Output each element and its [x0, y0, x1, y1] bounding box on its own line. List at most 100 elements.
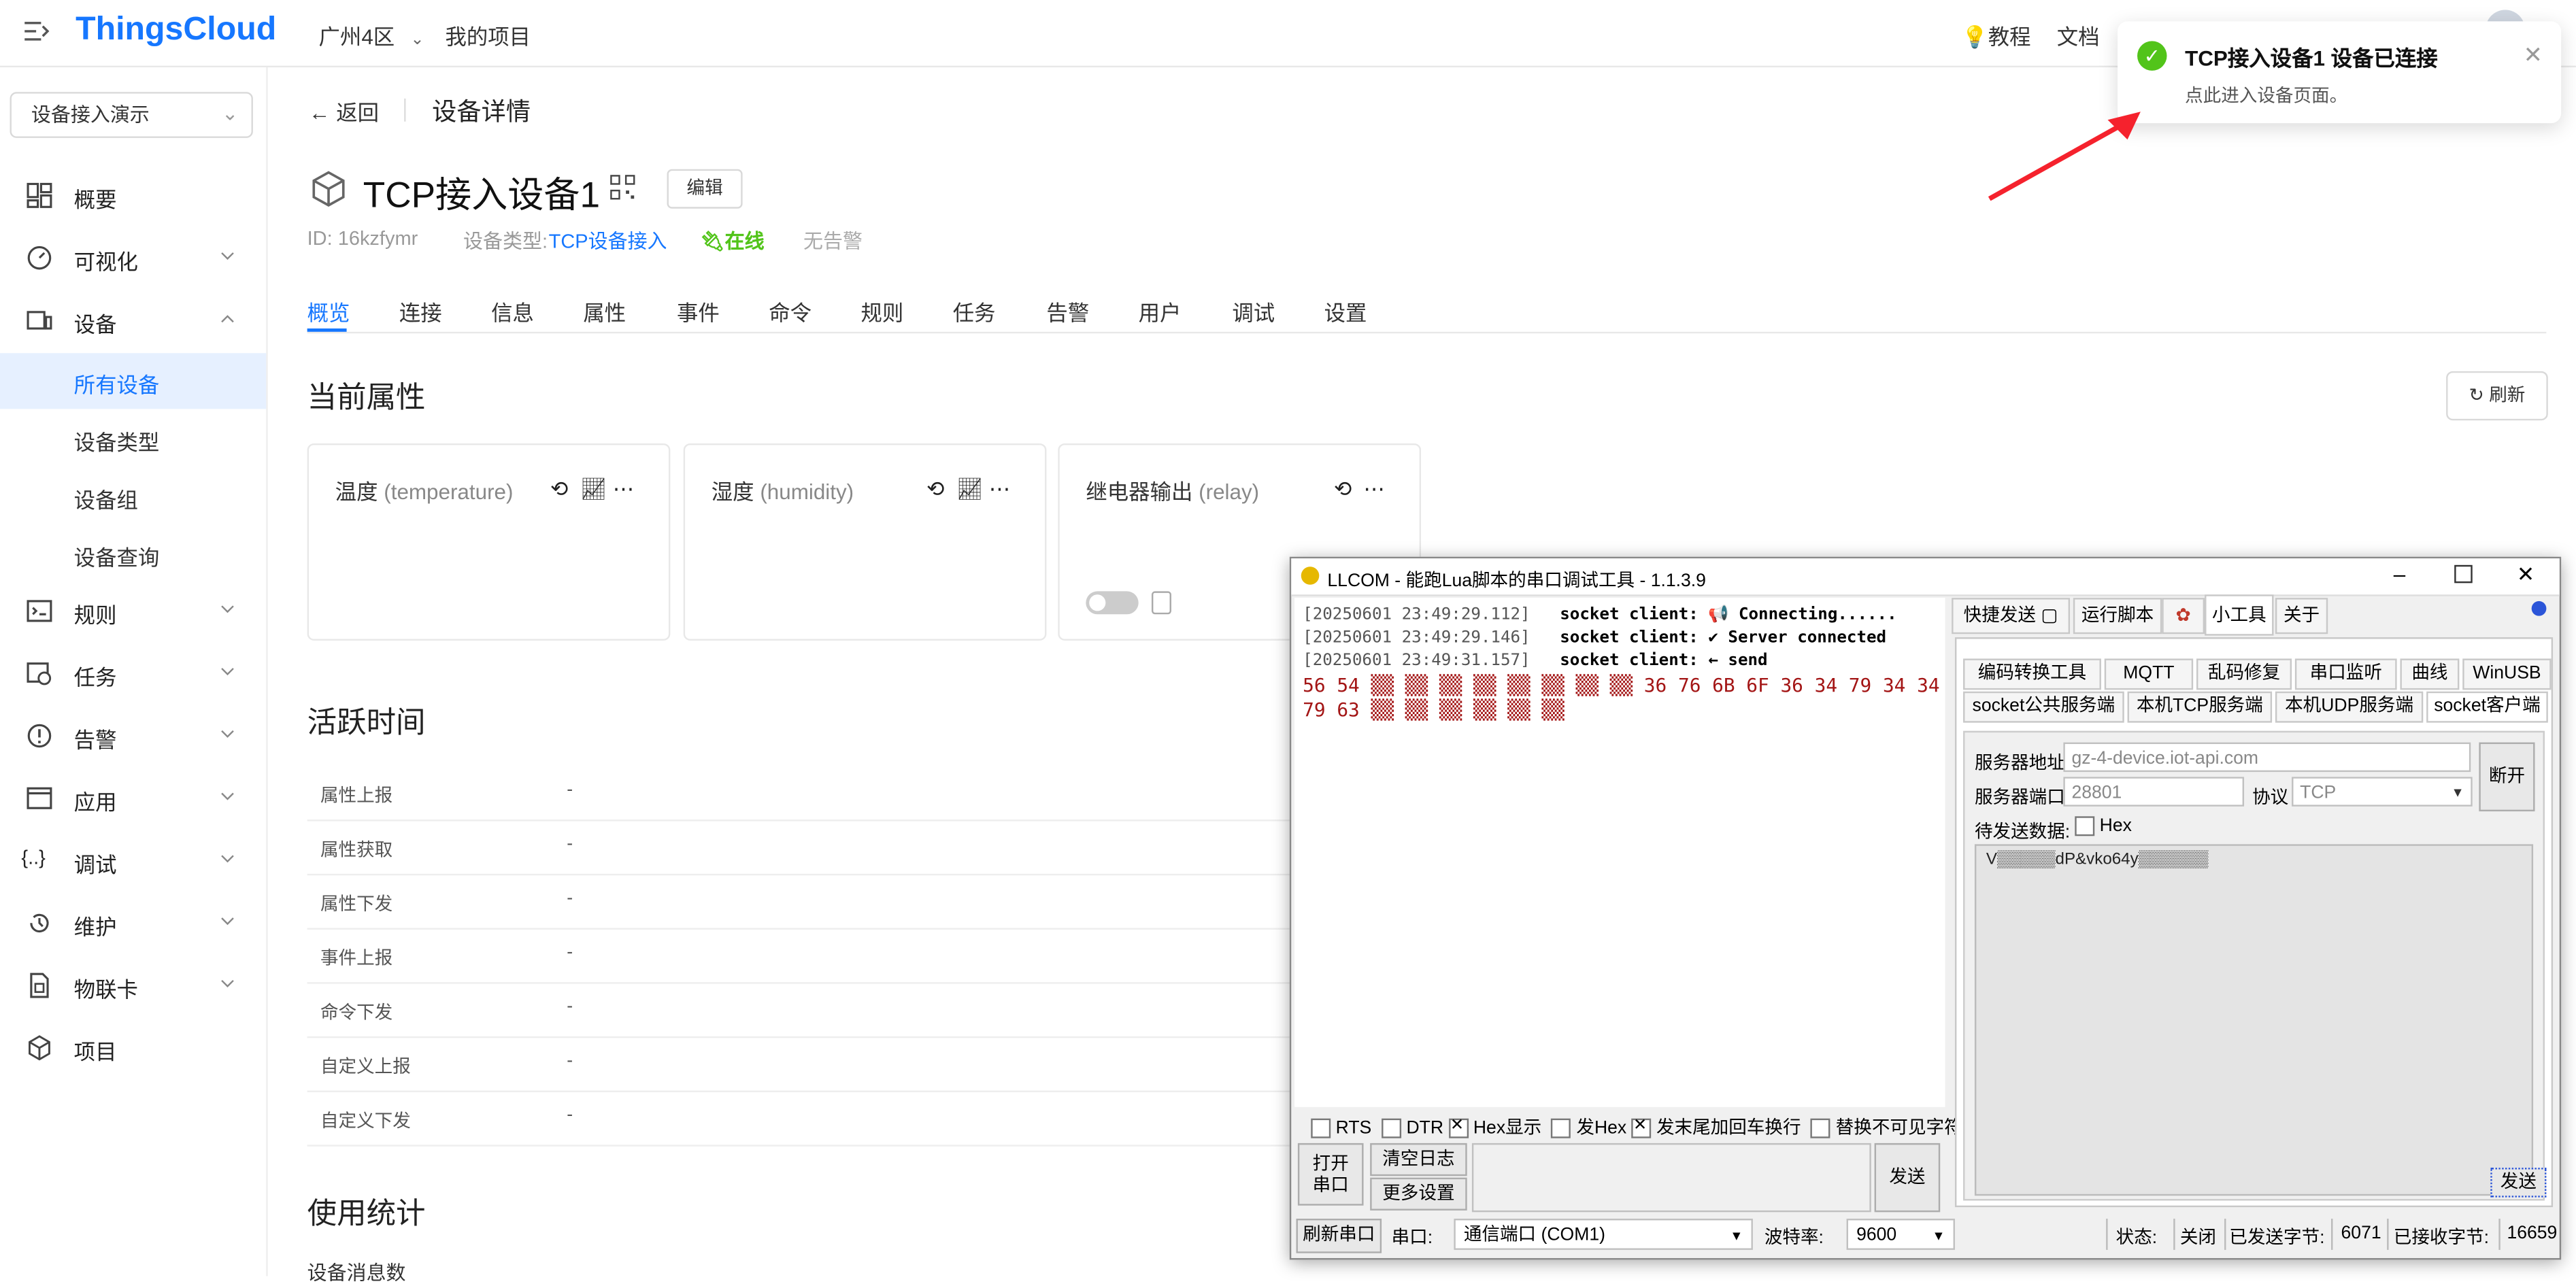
replace-invisible-checkbox[interactable]: 替换不可见字符: [1811, 1119, 1962, 1138]
more-settings-button[interactable]: 更多设置: [1370, 1177, 1467, 1211]
log-area[interactable]: [20250601 23:49:29.112] socket client: 📢…: [1294, 598, 1945, 1107]
tab-2[interactable]: 信息: [491, 296, 534, 327]
tool-tab[interactable]: 本机UDP服务端: [2275, 691, 2424, 723]
arrow-left-icon: ←: [309, 100, 331, 125]
append-crlf-checkbox[interactable]: 发末尾加回车换行: [1631, 1117, 1801, 1138]
minimize-icon[interactable]: –: [2394, 562, 2405, 586]
history-icon[interactable]: ⟲: [550, 476, 580, 503]
tab-3[interactable]: 属性: [583, 296, 626, 327]
sidebar-item-debug[interactable]: {..} 调试: [0, 831, 266, 890]
connected-notification[interactable]: ✓ TCP接入设备1 设备已连接 点此进入设备页面。 ✕: [2118, 21, 2562, 124]
pending-data-textarea[interactable]: V▒▒▒▒▒dP&vko64y▒▒▒▒▒▒: [1974, 844, 2534, 1196]
tab-tools[interactable]: 小工具: [2205, 594, 2274, 636]
tool-tab[interactable]: 串口监听: [2294, 658, 2397, 690]
more-icon[interactable]: ⋯: [613, 476, 634, 501]
chevron-up-icon: [220, 314, 235, 323]
protocol-select[interactable]: TCP ▼: [2292, 777, 2473, 807]
protocol-label: 协议: [2252, 788, 2289, 809]
workspace-selector[interactable]: 设备接入演示 ⌄: [10, 92, 253, 138]
log-message: socket client: 📢 Connecting......: [1560, 606, 1897, 624]
menu-fold-icon[interactable]: [23, 20, 50, 43]
close-window-icon[interactable]: ✕: [2517, 562, 2535, 588]
send-button[interactable]: 发送: [1874, 1143, 1941, 1213]
relay-toggle[interactable]: [1086, 591, 1139, 615]
tab-8[interactable]: 告警: [1046, 296, 1089, 327]
disconnect-button[interactable]: 断开: [2479, 742, 2535, 812]
server-address-input[interactable]: gz-4-device.iot-api.com: [2063, 742, 2471, 773]
sidebar-subitem-device-groups[interactable]: 设备组: [0, 468, 266, 524]
tool-tab[interactable]: socket客户端: [2426, 691, 2548, 723]
region-selector[interactable]: 广州4区 ⌄: [319, 20, 424, 51]
tool-tab[interactable]: socket公共服务端: [1963, 691, 2124, 723]
history-icon[interactable]: ⟲: [1334, 476, 1363, 503]
globe-icon[interactable]: [2531, 600, 2547, 616]
hex-checkbox[interactable]: Hex: [2075, 816, 2132, 836]
port-select[interactable]: 通信端口 (COM1) ▼: [1454, 1219, 1753, 1250]
tab-run-script[interactable]: 运行脚本: [2073, 598, 2162, 634]
tab-11[interactable]: 设置: [1324, 296, 1367, 327]
sidebar-item-tasks[interactable]: 任务: [0, 644, 266, 703]
tab-0[interactable]: 概览: [307, 296, 350, 327]
tool-tab[interactable]: 本机TCP服务端: [2127, 691, 2273, 723]
hex-display-checkbox[interactable]: Hex显示: [1448, 1117, 1541, 1138]
tab-6[interactable]: 规则: [861, 296, 904, 327]
tab-quick-send[interactable]: 快捷发送 ▢: [1952, 598, 2071, 634]
tab-9[interactable]: 用户: [1139, 296, 1182, 327]
sidebar-item-devices[interactable]: 设备: [0, 290, 266, 350]
tutorial-link[interactable]: 💡教程: [1962, 20, 2031, 51]
dtr-checkbox[interactable]: DTR: [1382, 1119, 1443, 1138]
line-chart-icon[interactable]: 📈︎: [956, 476, 989, 503]
sidebar-item-visualization[interactable]: 可视化: [0, 229, 266, 288]
tab-7[interactable]: 任务: [953, 296, 996, 327]
more-icon[interactable]: ⋯: [989, 476, 1010, 501]
sidebar-item-iot-card[interactable]: 物联卡: [0, 956, 266, 1015]
sidebar-item-rules[interactable]: 规则: [0, 581, 266, 641]
sidebar-item-projects[interactable]: 项目: [0, 1018, 266, 1077]
tool-tab[interactable]: 曲线: [2400, 658, 2460, 690]
tool-tab[interactable]: MQTT: [2104, 658, 2194, 690]
refresh-button[interactable]: ↻ 刷新: [2446, 371, 2548, 421]
sent-bytes-value: 6071: [2341, 1223, 2381, 1244]
sidebar-item-maintenance[interactable]: 维护: [0, 894, 266, 953]
tab-about[interactable]: 关于: [2275, 598, 2328, 634]
send-input[interactable]: [1471, 1143, 1871, 1213]
sidebar-item-apps[interactable]: 应用: [0, 768, 266, 828]
open-port-button[interactable]: 打开串口: [1297, 1143, 1364, 1206]
tool-tab[interactable]: 乱码修复: [2196, 658, 2292, 690]
my-projects-link[interactable]: 我的项目: [445, 20, 531, 51]
property-title: 湿度 (humidity): [711, 479, 854, 505]
tool-tab[interactable]: 编码转换工具: [1963, 658, 2101, 690]
more-icon[interactable]: ⋯: [1364, 476, 1385, 501]
line-chart-icon[interactable]: 📈︎: [580, 476, 613, 503]
table-row: 属性上报 -: [307, 765, 1375, 822]
tab-10[interactable]: 调试: [1232, 296, 1275, 327]
history-icon[interactable]: ⟲: [926, 476, 956, 503]
sidebar-subitem-all-devices[interactable]: 所有设备: [0, 353, 267, 409]
tab-5[interactable]: 命令: [769, 296, 812, 327]
server-port-input[interactable]: 28801: [2063, 777, 2245, 807]
close-icon[interactable]: ✕: [2524, 41, 2543, 69]
back-link[interactable]: ← 返回: [309, 95, 379, 126]
edit-button[interactable]: 编辑: [667, 169, 743, 209]
switch-list-icon[interactable]: [1151, 591, 1171, 615]
docs-link[interactable]: 文档: [2057, 20, 2100, 51]
lua-icon[interactable]: ✿: [2162, 598, 2205, 634]
chevron-down-icon: ⌄: [222, 101, 239, 125]
sidebar-item-alarms[interactable]: 告警: [0, 706, 266, 765]
sidebar-item-overview[interactable]: 概要: [0, 166, 266, 225]
tab-4[interactable]: 事件: [677, 296, 720, 327]
baud-select[interactable]: 9600 ▼: [1846, 1219, 1955, 1250]
send-data-button[interactable]: 发送: [2490, 1168, 2547, 1198]
qrcode-icon[interactable]: [609, 174, 636, 201]
send-hex-checkbox[interactable]: 发Hex: [1552, 1119, 1626, 1138]
sidebar-subitem-device-types[interactable]: 设备类型: [0, 411, 266, 467]
app-logo[interactable]: ThingsCloud: [76, 12, 276, 50]
device-type-link[interactable]: TCP设备接入: [549, 226, 667, 254]
clear-log-button[interactable]: 清空日志: [1370, 1143, 1467, 1177]
rts-checkbox[interactable]: RTS: [1311, 1119, 1371, 1138]
tab-1[interactable]: 连接: [399, 296, 442, 327]
refresh-port-button[interactable]: 刷新串口: [1296, 1219, 1382, 1253]
tool-tab[interactable]: WinUSB: [2462, 658, 2552, 690]
sidebar-subitem-device-query[interactable]: 设备查询: [0, 526, 266, 581]
maximize-icon[interactable]: [2454, 564, 2473, 583]
